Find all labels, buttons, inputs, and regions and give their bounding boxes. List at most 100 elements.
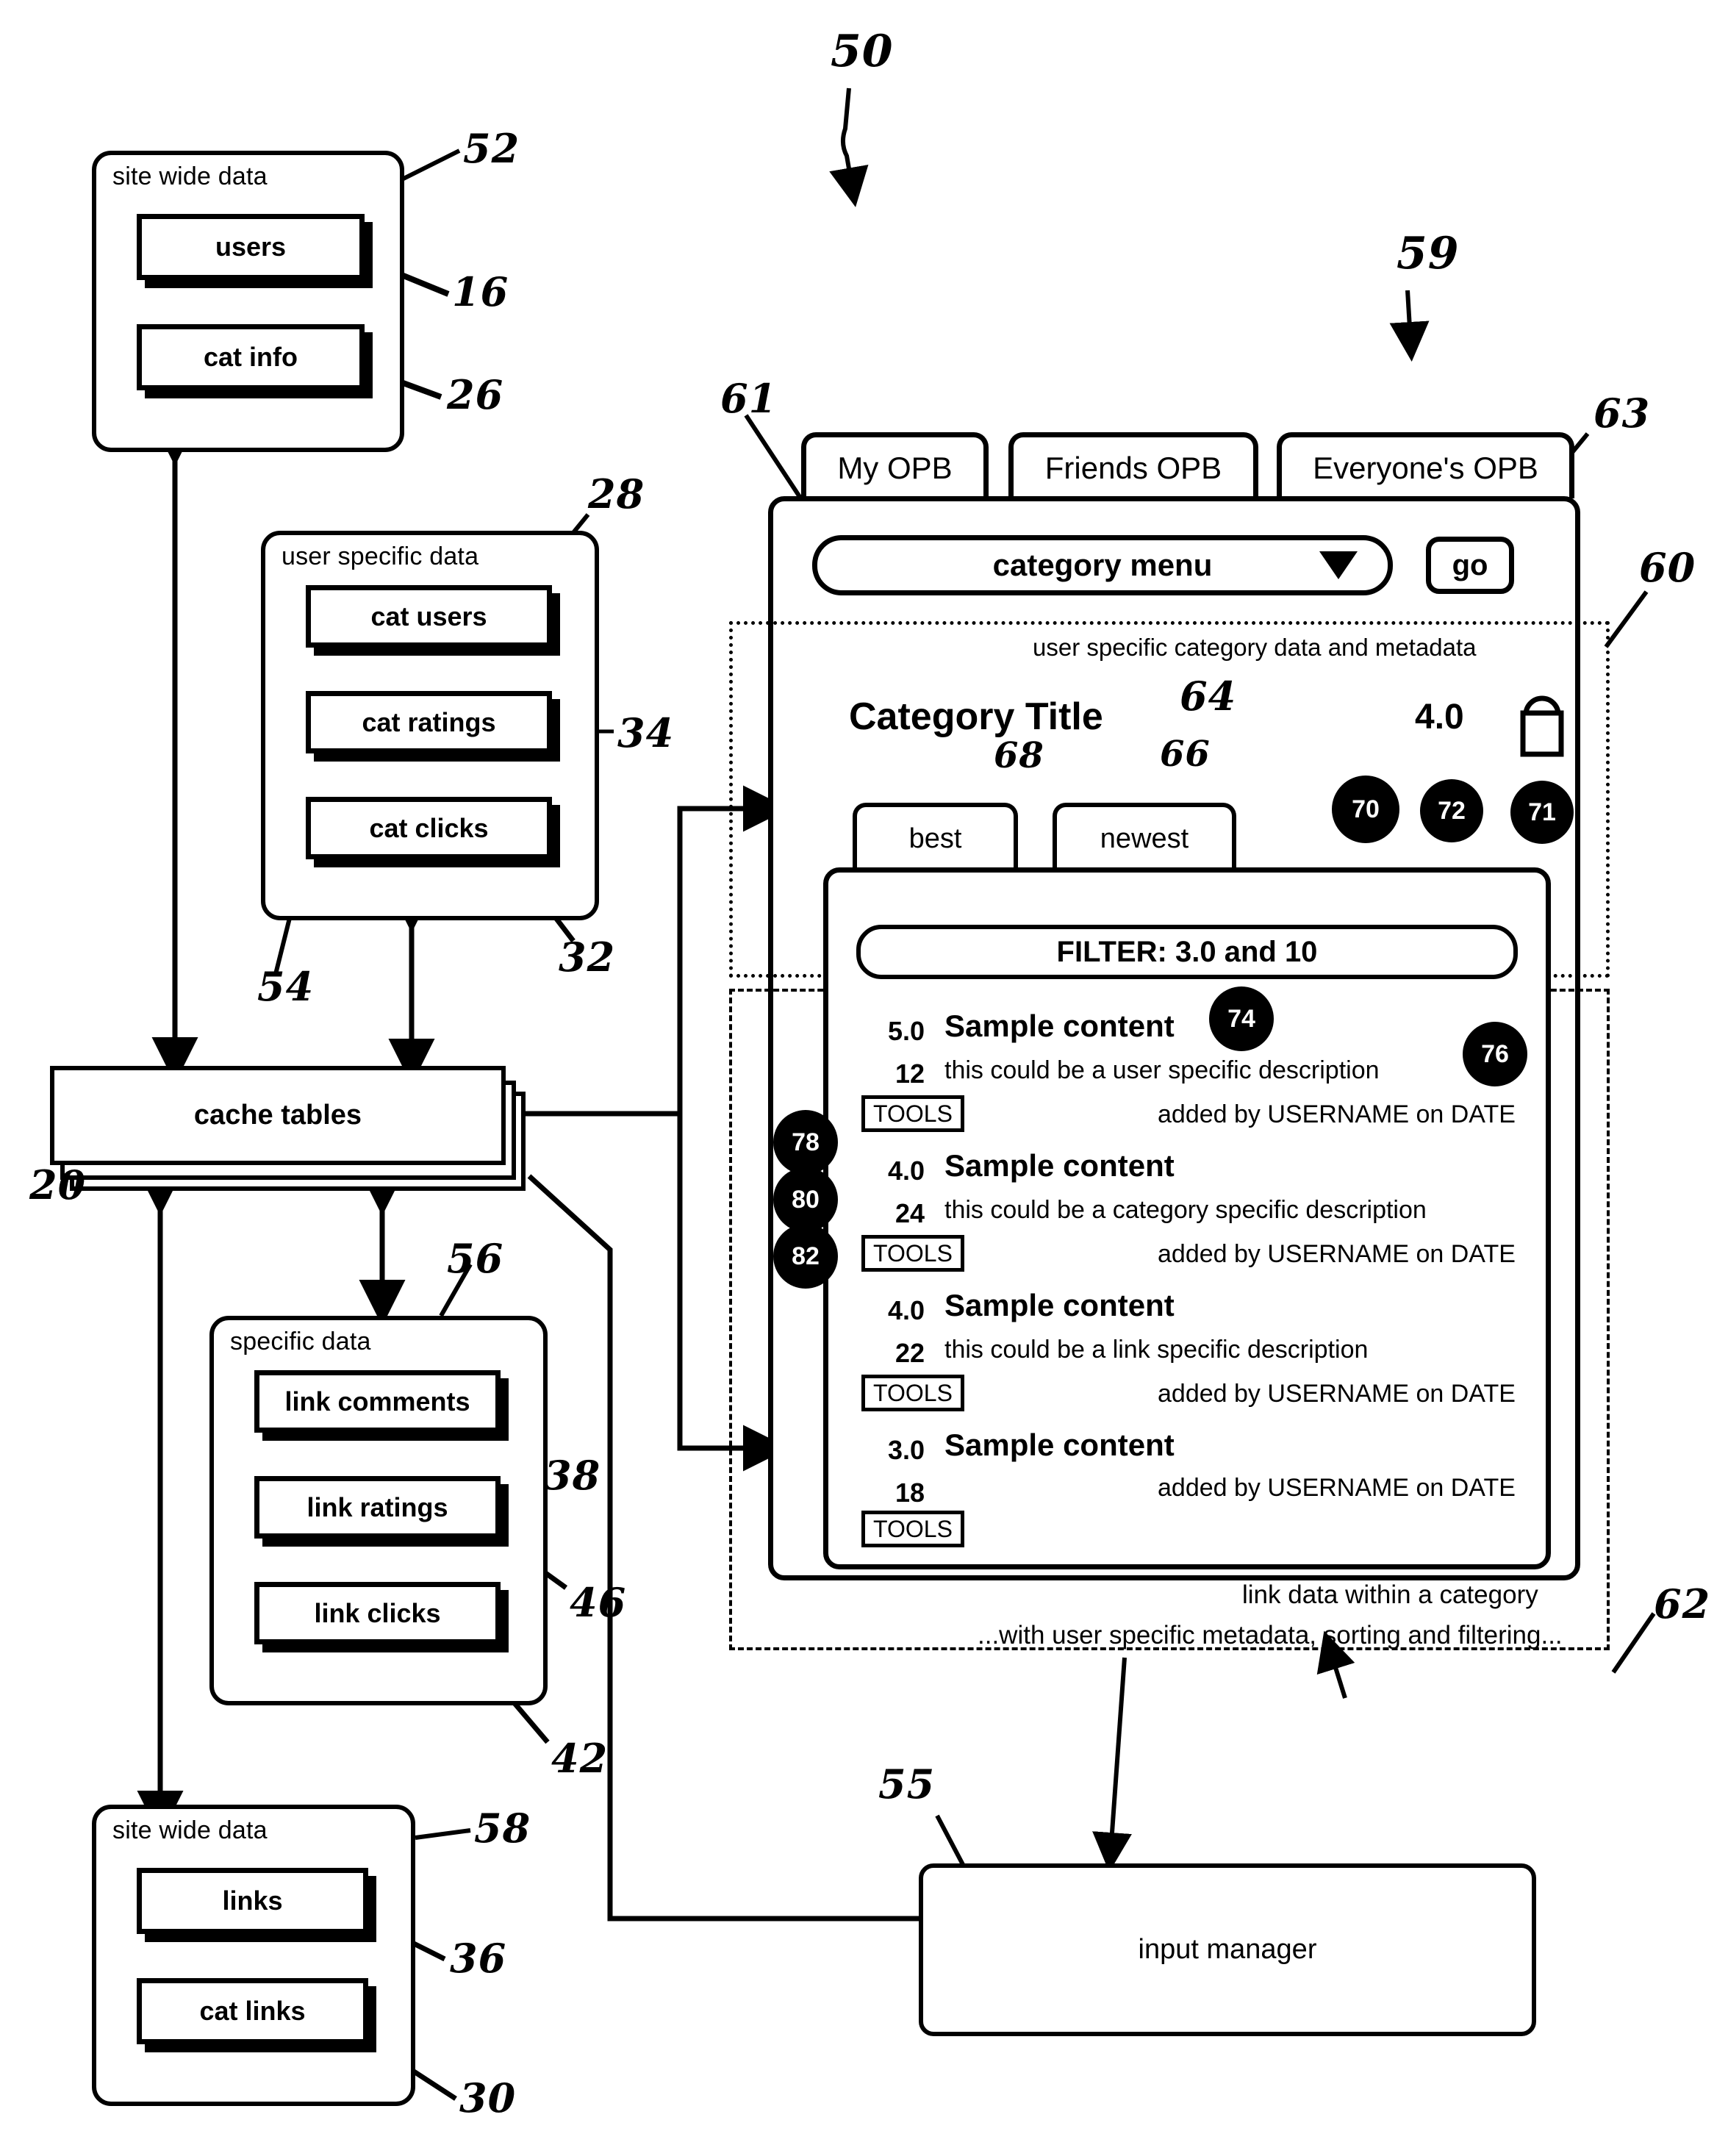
filter-bar[interactable]: FILTER: 3.0 and 10 <box>856 925 1518 979</box>
list-item-description: this could be a category specific descri… <box>944 1196 1427 1224</box>
ref-32: 32 <box>559 934 616 981</box>
patent-figure: site wide data users cat info 52 16 26 u… <box>0 0 1728 2156</box>
table-chip-cat-users[interactable]: cat users <box>306 585 552 648</box>
callout-74: 74 <box>1209 986 1274 1051</box>
ref-42: 42 <box>551 1735 609 1782</box>
ref-30: 30 <box>459 2074 517 2121</box>
ref-54: 54 <box>257 963 315 1010</box>
category-menu-select[interactable]: category menu <box>812 535 1393 595</box>
category-rating-value: 4.0 <box>1415 698 1464 737</box>
list-item-tools-label: TOOLS <box>873 1515 953 1542</box>
chevron-down-icon[interactable] <box>1319 551 1358 579</box>
list-item-count: 18 <box>895 1478 925 1508</box>
ref-63: 63 <box>1593 390 1651 437</box>
list-item-rating: 3.0 <box>887 1435 925 1465</box>
callout-71-label: 71 <box>1528 798 1556 826</box>
ref-60: 60 <box>1639 544 1696 591</box>
tab-everyones-opb[interactable]: Everyone's OPB <box>1277 432 1574 498</box>
region-bottom-caption-line1: link data within a category <box>1242 1580 1538 1609</box>
callout-70: 70 <box>1332 776 1399 843</box>
table-chip-cat-ratings-label: cat ratings <box>362 706 496 737</box>
callout-80-label: 80 <box>792 1185 820 1214</box>
list-item-tools-button[interactable]: TOOLS <box>861 1375 964 1411</box>
specific-data-title: specific data <box>230 1328 371 1355</box>
list-item-title[interactable]: Sample content <box>944 1428 1175 1463</box>
tab-my-opb-label: My OPB <box>837 450 953 485</box>
list-item-added: added by USERNAME on DATE <box>1158 1474 1516 1502</box>
table-chip-link-ratings-label: link ratings <box>306 1491 448 1522</box>
table-chip-link-ratings[interactable]: link ratings <box>254 1476 501 1539</box>
ref-52: 52 <box>463 125 520 172</box>
list-item-rating: 5.0 <box>887 1016 925 1046</box>
list-item-title[interactable]: Sample content <box>944 1288 1175 1323</box>
table-chip-links[interactable]: links <box>137 1868 368 1934</box>
table-chip-links-label: links <box>222 1885 283 1916</box>
go-button-label: go <box>1452 548 1488 581</box>
callout-76: 76 <box>1463 1022 1527 1086</box>
ref-68: 68 <box>994 735 1044 776</box>
list-item-title[interactable]: Sample content <box>944 1009 1175 1044</box>
site-wide-data-bottom-title: site wide data <box>112 1816 268 1844</box>
subtab-best-label: best <box>908 823 962 854</box>
tab-friends-opb-label: Friends OPB <box>1044 450 1222 485</box>
callout-70-label: 70 <box>1352 795 1380 823</box>
table-chip-cat-clicks[interactable]: cat clicks <box>306 797 552 859</box>
ref-46: 46 <box>570 1579 627 1626</box>
callout-82: 82 <box>773 1224 838 1289</box>
list-item-description: this could be a user specific descriptio… <box>944 1056 1380 1084</box>
site-wide-data-bottom-group: site wide data links cat links <box>92 1805 415 2106</box>
table-chip-cat-clicks-label: cat clicks <box>369 812 489 843</box>
table-chip-link-comments[interactable]: link comments <box>254 1370 501 1433</box>
callout-74-label: 74 <box>1227 1004 1255 1033</box>
list-item-tools-label: TOOLS <box>873 1239 953 1267</box>
tab-my-opb[interactable]: My OPB <box>801 432 989 498</box>
ref-26: 26 <box>447 371 504 418</box>
site-wide-data-top-group: site wide data users cat info <box>92 151 404 452</box>
ref-34: 34 <box>617 709 675 756</box>
subtab-newest[interactable]: newest <box>1053 803 1236 870</box>
ref-16: 16 <box>452 268 509 315</box>
tab-friends-opb[interactable]: Friends OPB <box>1008 432 1258 498</box>
cache-tables-card[interactable]: cache tables <box>50 1066 506 1165</box>
callout-76-label: 76 <box>1481 1039 1509 1068</box>
ref-28: 28 <box>588 470 645 517</box>
ref-59: 59 <box>1397 228 1460 279</box>
category-menu-label: category menu <box>992 548 1213 582</box>
input-manager-label: input manager <box>1138 1934 1317 1965</box>
ref-50: 50 <box>831 26 894 77</box>
table-chip-link-clicks[interactable]: link clicks <box>254 1582 501 1644</box>
region-top-caption: user specific category data and metadata <box>1033 634 1477 661</box>
table-chip-cat-links[interactable]: cat links <box>137 1978 368 2044</box>
region-bottom-caption-line2: ...with user specific metadata, sorting … <box>978 1621 1563 1650</box>
list-item-title[interactable]: Sample content <box>944 1148 1175 1183</box>
list-item-tools-button[interactable]: TOOLS <box>861 1235 964 1272</box>
go-button[interactable]: go <box>1426 537 1514 594</box>
table-chip-users[interactable]: users <box>137 214 365 280</box>
ref-56: 56 <box>447 1235 504 1282</box>
site-wide-data-top-title: site wide data <box>112 162 268 190</box>
table-chip-cat-links-label: cat links <box>199 1996 306 2026</box>
subtab-newest-label: newest <box>1100 823 1189 854</box>
list-item-tools-label: TOOLS <box>873 1100 953 1127</box>
list-item-added: added by USERNAME on DATE <box>1158 1240 1516 1268</box>
callout-71: 71 <box>1510 781 1574 844</box>
lock-icon[interactable] <box>1513 690 1571 757</box>
user-specific-data-group: user specific data cat users cat ratings… <box>261 531 599 920</box>
subtab-best[interactable]: best <box>853 803 1018 870</box>
list-item-count: 22 <box>895 1338 925 1368</box>
list-item-count: 24 <box>895 1198 925 1228</box>
tab-everyones-opb-label: Everyone's OPB <box>1313 450 1538 485</box>
list-item-tools-button[interactable]: TOOLS <box>861 1511 964 1547</box>
user-specific-data-title: user specific data <box>282 542 479 570</box>
ref-58: 58 <box>474 1805 531 1852</box>
callout-72: 72 <box>1420 779 1483 842</box>
table-chip-link-clicks-label: link clicks <box>314 1597 441 1628</box>
callout-78: 78 <box>773 1110 838 1175</box>
list-item-tools-button[interactable]: TOOLS <box>861 1095 964 1132</box>
ref-64: 64 <box>1180 673 1237 720</box>
list-item-rating: 4.0 <box>887 1156 925 1186</box>
callout-78-label: 78 <box>792 1128 820 1156</box>
table-chip-users-label: users <box>215 232 287 262</box>
table-chip-cat-ratings[interactable]: cat ratings <box>306 691 552 753</box>
table-chip-cat-info[interactable]: cat info <box>137 324 365 390</box>
